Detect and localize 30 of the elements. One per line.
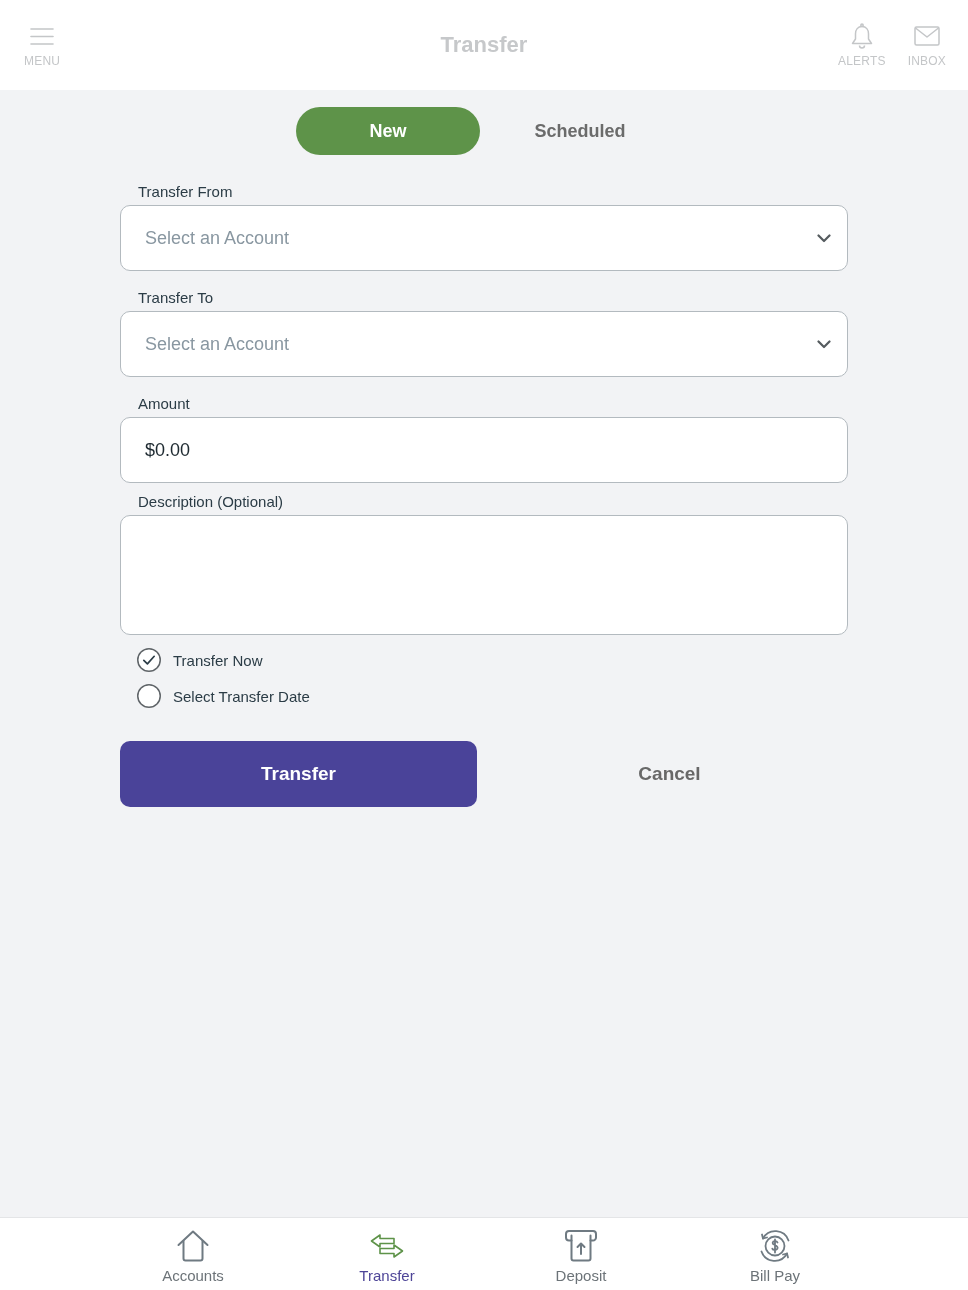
field-label: Transfer From bbox=[137, 183, 233, 201]
field-label: Transfer To bbox=[137, 289, 214, 307]
tab[interactable]: Scheduled bbox=[488, 107, 672, 155]
transfer-arrows-icon bbox=[370, 1234, 404, 1258]
house-icon bbox=[177, 1230, 209, 1262]
chevron-down-icon bbox=[817, 233, 831, 243]
page-title: Transfer bbox=[440, 32, 528, 58]
description-field[interactable] bbox=[120, 515, 848, 635]
chevron-down-icon bbox=[817, 339, 831, 349]
cancel-button[interactable]: Cancel bbox=[491, 741, 848, 807]
dollar-coin-icon bbox=[758, 1230, 792, 1262]
nav-tab[interactable]: Deposit bbox=[484, 1218, 678, 1290]
transfer-button[interactable]: Transfer bbox=[120, 741, 477, 807]
nav-tab[interactable]: Bill Pay bbox=[678, 1218, 872, 1290]
radio-button[interactable] bbox=[137, 684, 161, 708]
amount-field[interactable]: $0.00 bbox=[120, 417, 848, 483]
account-select[interactable]: Select an Account bbox=[120, 311, 848, 377]
option-label: Select Transfer Date bbox=[173, 687, 310, 705]
account-select[interactable]: Select an Account bbox=[120, 205, 848, 271]
nav-tab[interactable]: Transfer bbox=[290, 1218, 484, 1290]
menu-icon bbox=[30, 27, 55, 45]
bell-icon bbox=[850, 23, 873, 49]
option-label: Transfer Now bbox=[173, 651, 263, 669]
nav-tab[interactable]: Accounts bbox=[96, 1218, 290, 1290]
envelope-icon bbox=[913, 26, 940, 46]
field-label: Description (Optional) bbox=[137, 493, 284, 511]
deposit-slot-icon bbox=[565, 1230, 597, 1262]
tab[interactable]: New bbox=[296, 107, 480, 155]
radio-button[interactable] bbox=[137, 648, 161, 672]
field-label: Amount bbox=[137, 395, 190, 413]
